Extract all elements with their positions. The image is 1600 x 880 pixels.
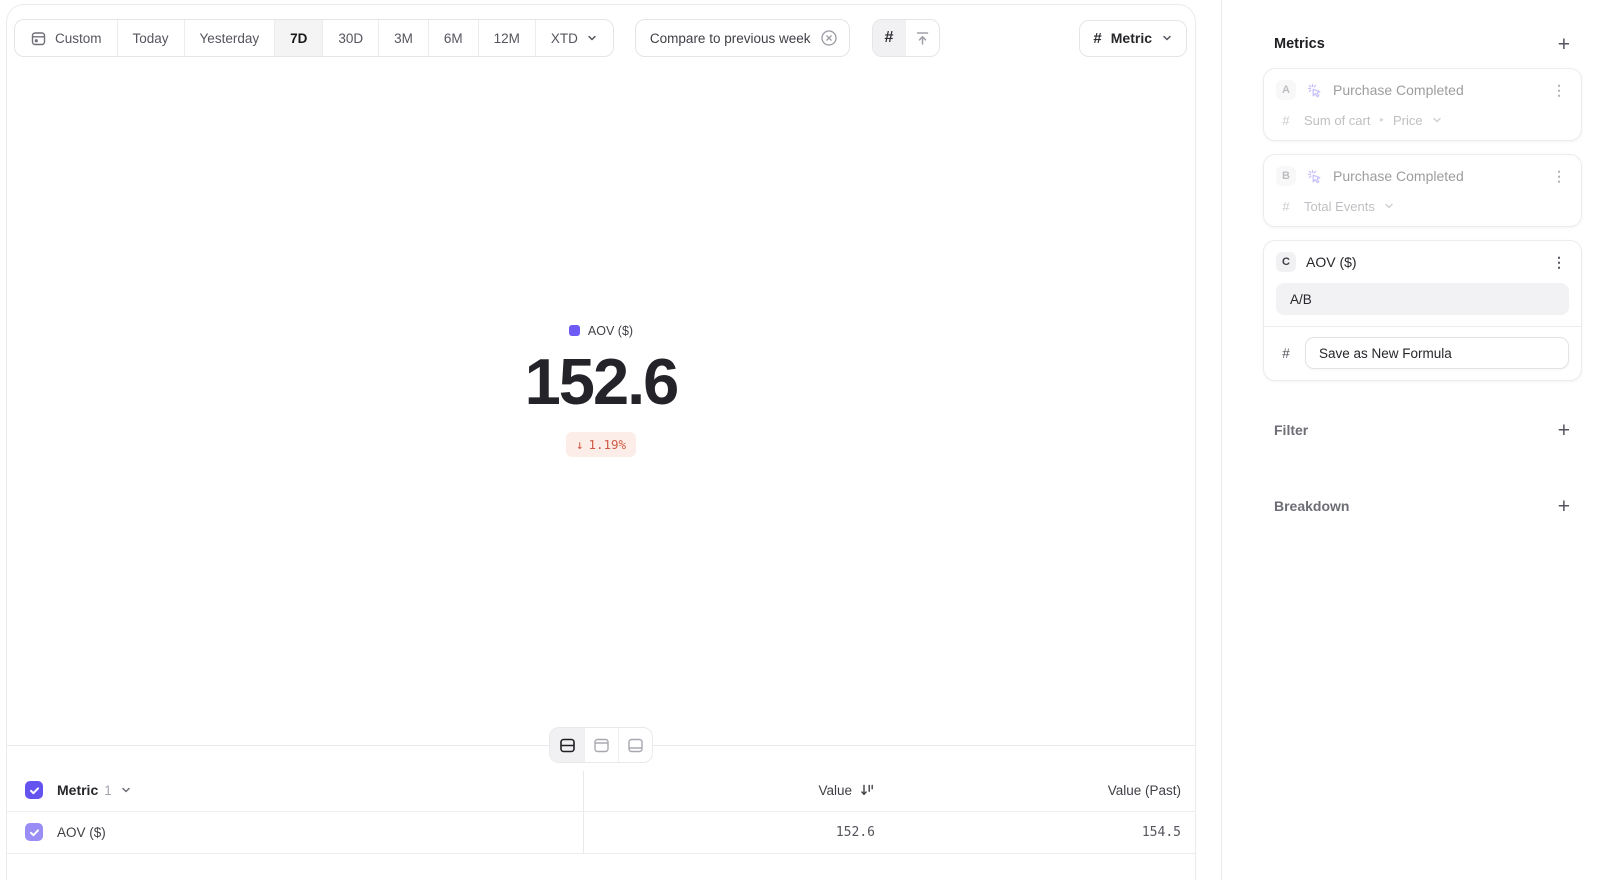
event-click-icon [1306,82,1323,99]
value-column-header[interactable]: Value [818,769,875,811]
date-range-control: Custom Today Yesterday 7D 30D 3M 6M 12M … [14,19,614,57]
caret-right-icon: ‣ [1378,114,1385,127]
metric-card-a: A Purchase Completed ⋮ # Sum of cart ‣ P… [1263,68,1582,141]
layout-split-icon [559,737,576,754]
hash-icon: # [1276,346,1296,361]
add-metric-button[interactable]: + [1558,34,1570,55]
goal-view-toggle[interactable] [906,20,939,56]
metrics-title: Metrics [1274,36,1325,52]
remove-compare-icon[interactable] [820,29,838,47]
row-metric-name: AOV ($) [57,825,106,840]
kpi-change-badge: ↓ 1.19% [566,432,636,457]
kpi-block: AOV ($) 152.6 ↓ 1.19% [7,323,1195,457]
date-range-today[interactable]: Today [118,20,185,56]
hash-icon: # [1276,113,1296,128]
card-divider [1264,326,1581,327]
layout-toggle [549,727,653,763]
aggregation-dropdown[interactable]: # Sum of cart ‣ Price [1276,111,1569,129]
metric-event-name: Purchase Completed [1333,82,1464,98]
date-range-3m[interactable]: 3M [379,20,429,56]
metric-type-button[interactable]: # Metric [1079,20,1187,57]
goal-arrow-icon [914,30,931,47]
save-as-new-formula-button[interactable]: Save as New Formula [1305,337,1569,369]
metric-card-b: B Purchase Completed ⋮ # Total Events [1263,154,1582,227]
aggregation-property: Price [1393,113,1423,128]
hash-icon: # [1093,30,1101,47]
calendar-icon [30,30,47,47]
breakdown-section-header: Breakdown + [1263,495,1582,517]
row-value: 152.6 [836,825,875,840]
toolbar: Custom Today Yesterday 7D 30D 3M 6M 12M … [14,19,1187,57]
chevron-down-icon [1431,114,1443,126]
metric-count: 1 [104,783,112,798]
layout-chart-button[interactable] [584,728,618,762]
compare-chip-label: Compare to previous week [650,31,811,46]
hash-icon: # [1276,199,1296,214]
compare-chip[interactable]: Compare to previous week [635,19,850,57]
kebab-menu-icon[interactable]: ⋮ [1549,255,1569,269]
aggregation-dropdown[interactable]: # Total Events [1276,197,1569,215]
date-range-label: Custom [55,31,102,46]
chart-legend: AOV ($) [569,324,633,338]
query-builder-sidebar: Metrics + A Purchase Completed ⋮ [1221,0,1600,880]
report-canvas: Custom Today Yesterday 7D 30D 3M 6M 12M … [6,4,1196,880]
date-range-30d[interactable]: 30D [323,20,379,56]
metric-badge: C [1276,252,1296,272]
chevron-down-icon [1161,32,1173,44]
add-filter-button[interactable]: + [1558,420,1570,441]
select-all-checkbox[interactable] [25,781,43,799]
chevron-down-icon [586,32,598,44]
hash-icon: # [885,29,894,47]
aggregation-label: Total Events [1304,199,1375,214]
date-range-yesterday[interactable]: Yesterday [185,20,276,56]
date-range-custom[interactable]: Custom [15,20,118,56]
layout-split-button[interactable] [550,728,584,762]
breakdown-title: Breakdown [1274,498,1349,514]
date-range-6m[interactable]: 6M [429,20,479,56]
kebab-menu-icon[interactable]: ⋮ [1549,83,1569,97]
kpi-change-value: 1.19% [588,437,626,452]
chevron-down-icon[interactable] [120,784,132,796]
metric-badge: A [1276,80,1296,100]
layout-table-button[interactable] [618,728,652,762]
layout-table-icon [627,737,644,754]
formula-input[interactable] [1276,283,1569,315]
date-range-7d[interactable]: 7D [275,20,323,56]
date-range-xtd[interactable]: XTD [536,20,613,56]
metrics-section-header: Metrics + [1263,33,1582,55]
table-divider [7,853,1195,854]
metric-button-label: Metric [1111,30,1152,46]
layout-chart-icon [593,737,610,754]
date-range-12m[interactable]: 12M [479,20,536,56]
formula-metric-name: AOV ($) [1306,254,1357,270]
add-breakdown-button[interactable]: + [1558,496,1570,517]
table-row: AOV ($) 152.6 154.5 [7,811,1195,853]
chart-type-toggle: # [872,19,940,57]
table-header: Metric 1 Value Value (Past) [7,769,1195,811]
row-value-past: 154.5 [1142,825,1181,840]
kebab-menu-icon[interactable]: ⋮ [1549,169,1569,183]
event-click-icon [1306,168,1323,185]
value-past-column-header[interactable]: Value (Past) [1108,769,1181,811]
legend-label: AOV ($) [588,324,633,338]
metric-badge: B [1276,166,1296,186]
legend-swatch [569,325,580,336]
sort-descending-icon [859,782,875,798]
metric-column-label: Metric [57,782,98,798]
metric-event-name: Purchase Completed [1333,168,1464,184]
arrow-down-icon: ↓ [576,437,584,452]
metric-card-c: C AOV ($) ⋮ # Save as New Formula [1263,240,1582,381]
metric-view-toggle[interactable]: # [873,20,906,56]
chevron-down-icon [1383,200,1395,212]
filter-section-header: Filter + [1263,419,1582,441]
kpi-value: 152.6 [7,349,1195,414]
aggregation-label: Sum of cart [1304,113,1370,128]
row-checkbox[interactable] [25,823,43,841]
filter-title: Filter [1274,422,1308,438]
